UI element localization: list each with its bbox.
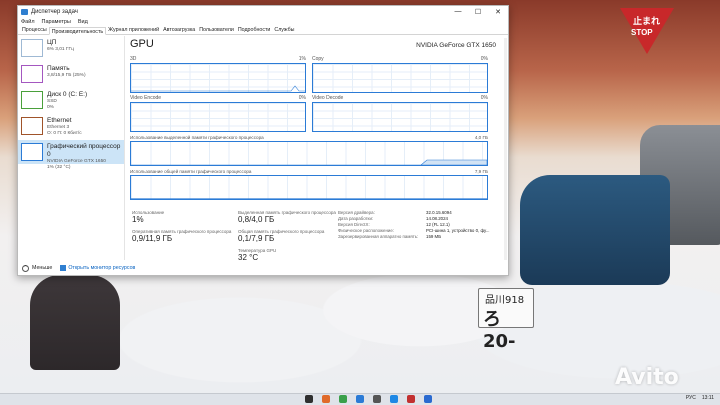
tab-app-history[interactable]: Журнал приложений <box>106 26 161 34</box>
menu-options[interactable]: Параметры <box>42 19 71 25</box>
page-title: GPU <box>130 38 154 50</box>
tab-users[interactable]: Пользователи <box>197 26 236 34</box>
engine-video-decode[interactable]: Video Decode 0% <box>312 95 488 132</box>
gpu-stats: Использование 1% Оперативная память граф… <box>130 210 506 262</box>
tab-processes[interactable]: Процессы <box>20 26 49 34</box>
performance-sidebar: ЦП 6% 3,01 ГГц Память 3,8/15,9 ГБ (25%) … <box>18 36 125 260</box>
taskbar-app-icon[interactable] <box>305 395 313 403</box>
gpu-properties: Версия драйвера: 32.0.15.6094 Дата разраб… <box>338 210 490 239</box>
engine-video-encode[interactable]: Video Encode 0% <box>130 95 306 132</box>
wallpaper-car-blue <box>520 175 670 285</box>
sidebar-item-ethernet[interactable]: Ethernet Ethernet 3 О: 0 П: 0 Кбит/с <box>18 114 124 138</box>
gpu-memory-value: 0,9/11,9 ГБ <box>132 234 173 243</box>
usage-value: 1% <box>132 215 144 224</box>
dedicated-memory-graph <box>130 141 488 166</box>
taskbar-app-icon[interactable] <box>407 395 415 403</box>
sidebar-item-disk[interactable]: Диск 0 (C: E:) SSD 0% <box>18 88 124 112</box>
engine-copy[interactable]: Copy 0% <box>312 56 488 93</box>
taskbar-app-icon[interactable] <box>424 395 432 403</box>
tab-services[interactable]: Службы <box>272 26 296 34</box>
taskbar-app-icon[interactable] <box>339 395 347 403</box>
menu-file[interactable]: Файл <box>21 19 35 25</box>
dedicated-memory-value: 0,8/4,0 ГБ <box>238 215 275 224</box>
taskbar-app-icon[interactable] <box>390 395 398 403</box>
menu-bar: Файл Параметры Вид <box>18 17 508 26</box>
tab-startup[interactable]: Автозагрузка <box>161 26 197 34</box>
wallpaper-figure <box>30 275 120 370</box>
open-resource-monitor-link[interactable]: Открыть монитор ресурсов <box>68 265 135 271</box>
title-bar[interactable]: Диспетчер задач — ☐ ✕ <box>18 6 508 17</box>
sidebar-item-gpu[interactable]: Графический процессор 0 NVIDIA GeForce G… <box>18 140 124 170</box>
taskbar-app-icon[interactable] <box>356 395 364 403</box>
engine-graph-copy <box>312 63 488 93</box>
window-title: Диспетчер задач <box>31 8 78 15</box>
gpu-panel: GPU NVIDIA GeForce GTX 1650 3D 1% Copy 0% … <box>130 38 506 262</box>
task-manager-icon <box>21 8 28 15</box>
gpu-thumbnail-graph <box>21 143 43 161</box>
shared-memory-graph <box>130 175 488 200</box>
tab-bar: Процессы Производительность Журнал прило… <box>18 26 508 35</box>
tab-performance[interactable]: Производительность <box>48 27 107 35</box>
wallpaper-stop-sign: 止まれ STOP <box>620 8 674 56</box>
chevron-up-icon[interactable]: ⌃ <box>22 264 29 272</box>
language-indicator[interactable]: РУС <box>686 395 696 401</box>
wallpaper-license-plate: 品川918 ろ20- <box>478 288 534 352</box>
footer-bar: ⌃ Меньше Открыть монитор ресурсов <box>18 261 508 275</box>
shared-memory-value: 0,1/7,9 ГБ <box>238 234 275 243</box>
resource-monitor-icon <box>60 265 67 271</box>
taskbar: РУС 13:11 <box>0 393 720 405</box>
scrollbar[interactable] <box>504 38 507 260</box>
engine-3d[interactable]: 3D 1% <box>130 56 306 93</box>
avito-watermark: Avito <box>615 365 679 390</box>
sidebar-item-memory[interactable]: Память 3,8/15,9 ГБ (25%) <box>18 62 124 86</box>
tab-details[interactable]: Подробности <box>236 26 273 34</box>
menu-view[interactable]: Вид <box>78 19 88 25</box>
sidebar-item-cpu[interactable]: ЦП 6% 3,01 ГГц <box>18 36 124 60</box>
taskbar-app-icon[interactable] <box>373 395 381 403</box>
engine-graph-video-encode <box>130 102 306 132</box>
system-tray: РУС 13:11 <box>686 395 714 401</box>
gpu-model: NVIDIA GeForce GTX 1650 <box>416 42 496 49</box>
task-manager-window: Диспетчер задач — ☐ ✕ Файл Параметры Вид… <box>17 5 509 276</box>
fewer-details-button[interactable]: Меньше <box>32 265 52 271</box>
engine-graph-3d <box>130 63 306 93</box>
taskbar-app-icon[interactable] <box>322 395 330 403</box>
memory-thumbnail-graph <box>21 65 43 83</box>
close-button[interactable]: ✕ <box>488 6 508 17</box>
engine-graph-video-decode <box>312 102 488 132</box>
ethernet-thumbnail-graph <box>21 117 43 135</box>
minimize-button[interactable]: — <box>448 6 468 17</box>
clock[interactable]: 13:11 <box>702 395 714 401</box>
disk-thumbnail-graph <box>21 91 43 109</box>
cpu-thumbnail-graph <box>21 39 43 57</box>
maximize-button[interactable]: ☐ <box>468 6 488 17</box>
